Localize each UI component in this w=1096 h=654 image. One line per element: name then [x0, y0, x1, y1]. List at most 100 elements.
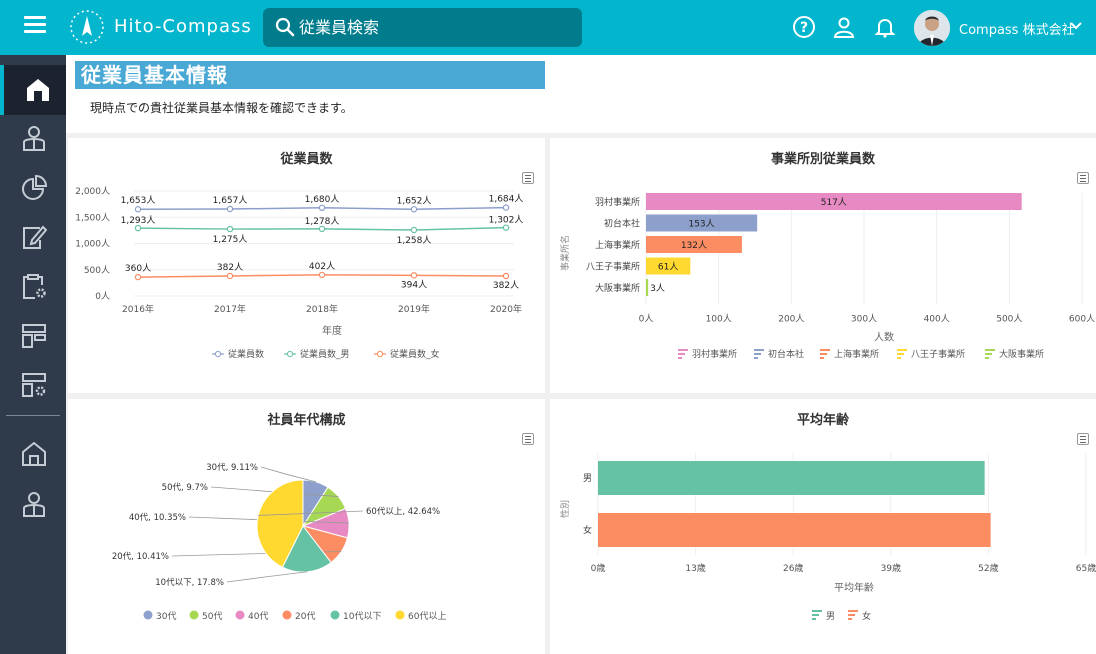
data-label: 1,278人	[305, 216, 340, 227]
x-tick-label: 39歳	[881, 562, 901, 574]
data-label: 1,652人	[397, 195, 432, 206]
legend-label: 10代以下	[343, 611, 381, 622]
panel-title: 事業所別従業員数	[770, 152, 875, 167]
sidebar-item-report-settings[interactable]	[0, 261, 66, 311]
y-tick-label: 八王子事業所	[586, 261, 640, 273]
x-tick-label: 52歳	[978, 562, 998, 574]
bar	[598, 461, 985, 495]
bell-icon[interactable]	[873, 15, 897, 39]
panel-title: 従業員数	[280, 152, 333, 167]
legend-label: 従業員数_男	[300, 348, 350, 360]
x-axis-label: 年度	[322, 324, 342, 337]
slice-label: 60代以上, 42.64%	[366, 506, 440, 517]
help-icon[interactable]: ?	[792, 15, 816, 39]
x-tick-label: 0歳	[591, 562, 606, 574]
sidebar-item-profile[interactable]	[0, 479, 66, 529]
label-leader-line	[226, 571, 308, 583]
data-point	[226, 225, 234, 233]
page-title: 従業員基本情報	[75, 61, 545, 89]
y-tick-label: 0人	[95, 291, 110, 302]
legend-label: 40代	[248, 611, 268, 622]
legend-marker	[985, 353, 992, 355]
x-tick-label: 2017年	[214, 303, 246, 315]
sidebar-item-layout-settings[interactable]	[0, 360, 66, 410]
legend-label: 男	[826, 611, 835, 622]
data-point	[410, 206, 418, 213]
chart-menu-button[interactable]	[1077, 433, 1089, 445]
search-input[interactable]	[299, 14, 569, 41]
page-description: 現時点での貴社従業員基本情報を確認できます。	[90, 101, 353, 115]
legend-label: 従業員数_女	[390, 348, 440, 360]
legend-marker	[820, 357, 824, 359]
sidebar-item-home[interactable]	[0, 65, 66, 115]
office-bar-chart: 0人 100人 200人 300人 400人 500人 600人羽村事業所 517人初台本社 1…	[559, 193, 1095, 360]
hamburger-menu-icon[interactable]	[24, 16, 46, 38]
legend-label: 20代	[295, 611, 315, 622]
legend-label: 50代	[202, 611, 222, 622]
y-tick-label: 初台本社	[604, 218, 640, 230]
x-tick-label: 65歳	[1076, 562, 1096, 574]
legend-marker	[897, 353, 904, 355]
legend-label: 上海事業所	[834, 348, 879, 360]
data-label: 1,684人	[489, 194, 524, 205]
sidebar-item-layout[interactable]	[0, 311, 66, 361]
x-tick-label: 2016年	[122, 303, 154, 315]
legend-label: 初台本社	[768, 348, 804, 360]
employee-line-chart: 0人 500人 1,000人 1,500人 2,000人 2016年 2017年 2018年 2…	[75, 186, 524, 360]
y-tick-label: 1,000人	[75, 239, 110, 250]
data-point	[318, 271, 326, 279]
legend-marker	[286, 350, 294, 358]
chart-menu-button[interactable]	[1077, 172, 1089, 184]
legend-marker	[820, 349, 830, 351]
y-tick-label: 2,000人	[75, 186, 110, 197]
legend-label: 八王子事業所	[911, 348, 965, 360]
legend-label: 羽村事業所	[692, 348, 737, 360]
data-label: 3人	[650, 283, 665, 294]
sidebar-item-employees[interactable]	[0, 113, 66, 163]
sidebar-divider	[6, 415, 60, 416]
data-label: 1,293人	[121, 215, 156, 226]
chevron-down-icon[interactable]	[1068, 18, 1084, 34]
x-axis-label: 平均年齢	[834, 581, 874, 594]
legend-label: 60代以上	[408, 611, 446, 622]
legend-label: 大阪事業所	[999, 348, 1044, 360]
data-label: 382人	[217, 262, 243, 273]
y-tick-label: 大阪事業所	[595, 282, 640, 294]
svg-text:?: ?	[800, 20, 808, 36]
legend-marker	[282, 610, 292, 620]
slice-label: 40代, 10.35%	[129, 512, 186, 523]
chart-menu-button[interactable]	[522, 433, 534, 445]
data-label: 132人	[681, 240, 707, 251]
y-tick-label: 500人	[84, 265, 110, 276]
sidebar-item-analytics[interactable]	[0, 163, 66, 213]
data-point	[226, 272, 234, 280]
y-tick-label: 女	[583, 524, 592, 536]
x-tick-label: 2019年	[398, 303, 430, 315]
data-label: 382人	[493, 280, 519, 291]
legend-label: 従業員数	[228, 348, 264, 360]
search-icon	[275, 17, 295, 37]
sidebar-item-home-secondary[interactable]	[0, 429, 66, 479]
x-tick-label: 2020年	[490, 303, 522, 315]
company-name[interactable]: Compass 株式会社	[959, 19, 1075, 38]
slice-label: 50代, 9.7%	[162, 482, 208, 493]
data-point	[134, 273, 142, 281]
sidebar-item-edit[interactable]	[0, 212, 66, 262]
data-label: 517人	[821, 197, 847, 208]
data-label: 1,275人	[213, 234, 248, 245]
legend-marker	[848, 614, 855, 616]
employee-count-panel: 従業員数 0人 500人 1,000人 1,500人 2,000人 2016年 2017年 2…	[68, 138, 545, 393]
legend-marker	[395, 610, 405, 620]
data-label: 61人	[658, 262, 678, 273]
data-point	[502, 204, 510, 211]
x-tick-label: 2018年	[306, 303, 338, 315]
data-label: 360人	[125, 263, 151, 274]
employee-search[interactable]	[263, 8, 582, 47]
data-label: 394人	[401, 279, 427, 290]
data-label: 1,680人	[305, 194, 340, 205]
chart-menu-button[interactable]	[522, 172, 534, 184]
average-age-bar-chart: 0歳 13歳 26歳 39歳 52歳 65歳男女性別平均年齢男女	[559, 453, 1096, 622]
avatar[interactable]	[914, 10, 950, 46]
app-name: Hito-Compass	[114, 16, 252, 37]
user-icon[interactable]	[832, 15, 856, 39]
